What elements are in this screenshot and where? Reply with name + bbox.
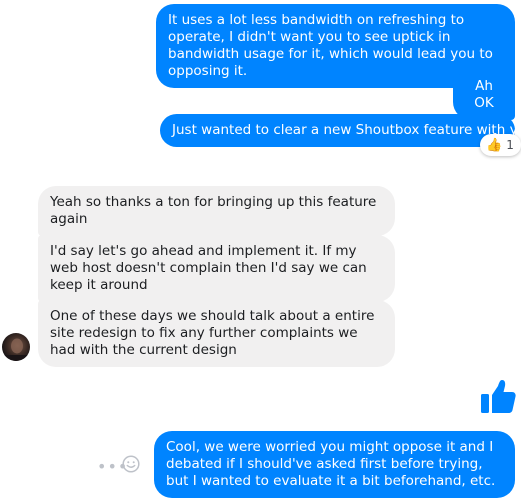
message-incoming[interactable]: Yeah so thanks a ton for bringing up thi… bbox=[38, 186, 395, 236]
message-incoming[interactable]: I'd say let's go ahead and implement it.… bbox=[38, 235, 395, 302]
message-incoming[interactable]: One of these days we should talk about a… bbox=[38, 300, 395, 367]
message-outgoing[interactable]: Just wanted to clear a new Shoutbox feat… bbox=[160, 114, 521, 147]
thumbs-up-emoji-icon: 👍 bbox=[486, 137, 503, 153]
message-outgoing[interactable]: Ah OK bbox=[453, 70, 515, 120]
smile-icon[interactable] bbox=[122, 455, 140, 473]
avatar[interactable] bbox=[2, 333, 30, 361]
thumbs-up-icon[interactable] bbox=[479, 377, 517, 415]
avatar-face-icon bbox=[2, 338, 30, 361]
reaction-count: 1 bbox=[506, 138, 514, 152]
reaction-badge[interactable]: 👍 1 bbox=[480, 134, 521, 156]
message-outgoing[interactable]: Cool, we were worried you might oppose i… bbox=[154, 431, 515, 498]
